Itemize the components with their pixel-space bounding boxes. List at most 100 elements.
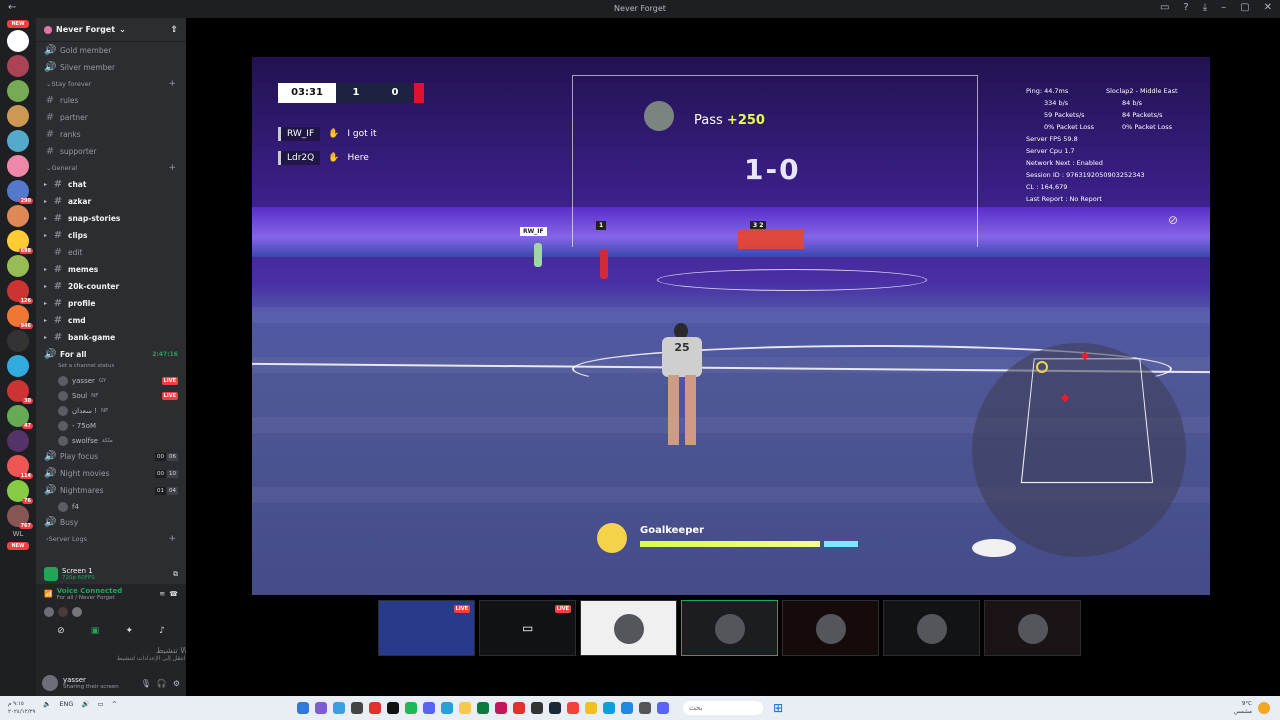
taskbar-app-icon[interactable] xyxy=(423,702,436,714)
server-icon[interactable] xyxy=(7,105,29,127)
camera-off-icon[interactable]: ⊘ xyxy=(57,626,65,636)
taskbar-app-icon[interactable] xyxy=(495,702,508,714)
server-wl[interactable]: WL xyxy=(0,530,36,538)
taskbar-app-icon[interactable] xyxy=(621,702,634,714)
category-general[interactable]: ⌄ General + xyxy=(36,160,186,176)
screen-share-row[interactable]: Screen 1 720p 60FPS ⧉ xyxy=(36,564,186,584)
avatar[interactable] xyxy=(42,675,58,691)
voice-location[interactable]: For all / Never Forget xyxy=(57,595,123,601)
taskbar-app-icon[interactable] xyxy=(531,702,544,714)
taskbar-app-icon[interactable] xyxy=(441,702,454,714)
channel-clips[interactable]: ▸ # clips xyxy=(36,227,186,244)
channel-supporter[interactable]: # supporter xyxy=(36,143,186,160)
taskbar-app-icon[interactable] xyxy=(567,702,580,714)
channel-ranks[interactable]: # ranks xyxy=(36,126,186,143)
settings-gear-icon[interactable]: ⚙ xyxy=(173,679,180,688)
taskbar-app-icon[interactable] xyxy=(657,702,670,714)
server-icon[interactable]: 47 xyxy=(7,405,33,429)
stream-thumbnail[interactable]: ▭ LIVE xyxy=(479,600,576,656)
server-icon[interactable]: 946 xyxy=(7,305,33,329)
server-icon[interactable] xyxy=(7,255,29,277)
speaker-icon[interactable]: 🔈 xyxy=(43,700,51,716)
taskbar-app-icon[interactable] xyxy=(315,702,328,714)
channel-memes[interactable]: ▸ # memes xyxy=(36,261,186,278)
battery-icon[interactable]: ▭ xyxy=(98,700,104,716)
taskbar-app-icon[interactable] xyxy=(333,702,346,714)
voice-channel-nightmares[interactable]: 🔊 Nightmares 01 04 xyxy=(36,482,186,499)
server-icon[interactable]: 114 xyxy=(7,455,33,479)
voice-channel-for-all[interactable]: 🔊 For all 2:47:16 xyxy=(36,346,186,363)
hud-toggle-icon[interactable]: ⊘ xyxy=(1168,213,1178,227)
voice-channel-busy[interactable]: 🔊 Busy xyxy=(36,514,186,531)
activities-icon[interactable]: ✦ xyxy=(125,626,133,636)
add-channel-icon[interactable]: + xyxy=(168,163,176,173)
game-stream[interactable]: 03:31 1 0 RW_IF ✋ I got it Ldr2Q ✋ Here … xyxy=(252,57,1210,595)
channel-silver-member[interactable]: 🔊 Silver member xyxy=(36,59,186,76)
voice-user[interactable]: swolfse ملكة xyxy=(36,433,186,448)
microphone-icon[interactable]: 🎙 xyxy=(141,679,151,688)
help-icon[interactable]: ? xyxy=(1183,2,1188,13)
stream-thumbnail[interactable] xyxy=(984,600,1081,656)
taskbar-app-icon[interactable] xyxy=(477,702,490,714)
server-icon[interactable]: 698 xyxy=(7,230,33,254)
voice-channel-night-movies[interactable]: 🔊 Night movies 00 10 xyxy=(36,465,186,482)
taskbar-app-icon[interactable] xyxy=(639,702,652,714)
chevron-up-icon[interactable]: ^ xyxy=(112,700,117,716)
taskbar-app-icon[interactable] xyxy=(405,702,418,714)
screen-share-button-icon[interactable]: ▣ xyxy=(91,626,100,636)
channel-cmd[interactable]: ▸ # cmd xyxy=(36,312,186,329)
inbox-icon[interactable]: ▭ xyxy=(1160,2,1169,13)
start-menu-icon[interactable]: ⊞ xyxy=(773,701,783,715)
server-icon[interactable]: 76 xyxy=(7,480,33,504)
server-icon[interactable] xyxy=(7,155,29,177)
voice-user[interactable]: yasser GY LIVE xyxy=(36,373,186,388)
server-icon[interactable] xyxy=(7,80,29,102)
channel-bank-game[interactable]: ▸ # bank-game xyxy=(36,329,186,346)
server-icon[interactable] xyxy=(7,55,29,77)
channel-profile[interactable]: ▸ # profile xyxy=(36,295,186,312)
voice-user[interactable]: Soul NF LIVE xyxy=(36,388,186,403)
voice-user[interactable]: سعدان ! NF xyxy=(36,403,186,418)
popout-icon[interactable]: ⧉ xyxy=(173,570,178,579)
server-icon[interactable] xyxy=(7,205,29,227)
category-server-logs[interactable]: › Server Logs + xyxy=(36,531,186,547)
minimize-icon[interactable]: – xyxy=(1221,2,1226,13)
stream-thumbnail[interactable] xyxy=(681,600,778,656)
taskbar-app-icon[interactable] xyxy=(585,702,598,714)
channel-20k-counter[interactable]: ▸ #20k-counter xyxy=(36,278,186,295)
channel-rules[interactable]: # rules xyxy=(36,92,186,109)
soundboard-icon[interactable]: ♪ xyxy=(159,626,165,636)
server-icon[interactable] xyxy=(7,130,29,152)
headphones-icon[interactable]: 🎧 xyxy=(157,679,167,688)
server-icon[interactable]: 30 xyxy=(7,380,33,404)
channel-status[interactable]: Set a channel status xyxy=(36,363,186,373)
server-header[interactable]: Never Forget ⌄ ⇪ xyxy=(36,18,186,42)
add-channel-icon[interactable]: + xyxy=(168,534,176,544)
taskbar-app-icon[interactable] xyxy=(387,702,400,714)
category-stay-forever[interactable]: ⌄ Stay forever + xyxy=(36,76,186,92)
stream-thumbnail[interactable]: LIVE xyxy=(378,600,475,656)
voice-user-f4[interactable]: f4 xyxy=(36,499,186,514)
close-icon[interactable]: ✕ xyxy=(1264,2,1272,13)
taskbar-app-icon[interactable] xyxy=(351,702,364,714)
channel-azkar[interactable]: ▸ # azkar xyxy=(36,193,186,210)
channel-chat[interactable]: ▸ # chat xyxy=(36,176,186,193)
voice-user[interactable]: - 75oM xyxy=(36,418,186,433)
stream-thumbnail[interactable] xyxy=(782,600,879,656)
taskbar-app-icon[interactable] xyxy=(297,702,310,714)
stream-thumbnail[interactable] xyxy=(580,600,677,656)
server-icon[interactable] xyxy=(7,330,29,352)
volume-icon[interactable]: 🔊 xyxy=(81,700,89,716)
taskbar-app-icon[interactable] xyxy=(549,702,562,714)
add-channel-icon[interactable]: + xyxy=(168,79,176,89)
taskbar-app-icon[interactable] xyxy=(513,702,526,714)
invite-people-icon[interactable]: ⇪ xyxy=(170,25,178,35)
disconnect-icon[interactable]: ☎ xyxy=(169,590,178,598)
server-icon[interactable] xyxy=(7,355,29,377)
voice-connected-label[interactable]: Voice Connected xyxy=(57,587,123,595)
taskbar-app-icon[interactable] xyxy=(603,702,616,714)
server-icon[interactable]: 126 xyxy=(7,280,33,304)
language-indicator[interactable]: ENG xyxy=(59,700,73,716)
channel-partner[interactable]: # partner xyxy=(36,109,186,126)
noise-suppression-icon[interactable]: ≋ xyxy=(159,590,165,598)
